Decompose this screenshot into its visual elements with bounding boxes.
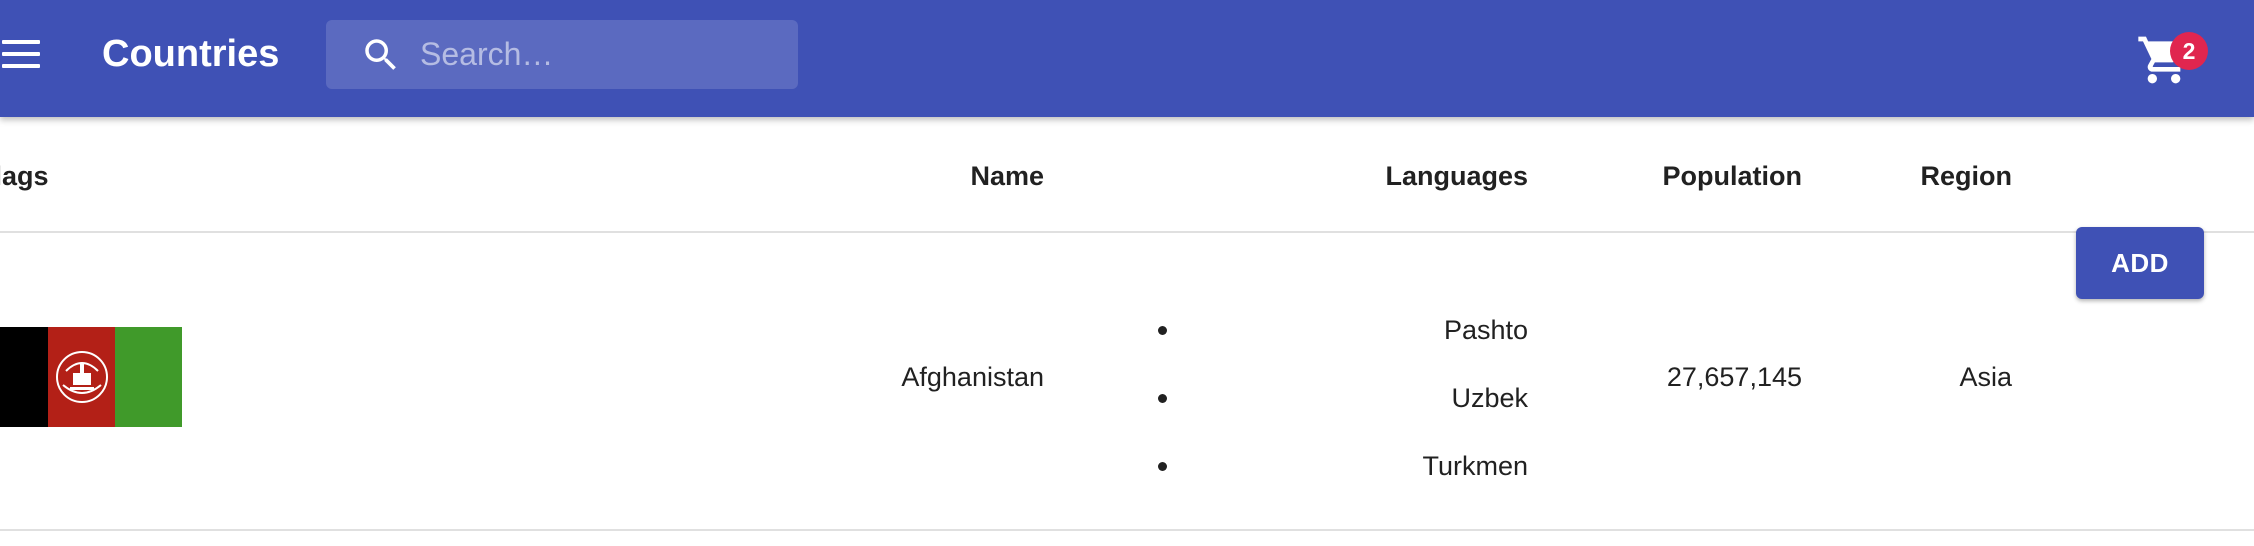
region-value: Asia bbox=[1959, 362, 2012, 392]
population-value: 27,657,145 bbox=[1666, 362, 1802, 392]
table-header-row: Flags Name Languages Population Region bbox=[0, 117, 2254, 233]
menu-icon-bar-3 bbox=[2, 64, 40, 68]
language-label: Uzbek bbox=[1451, 383, 1528, 413]
list-item: Pashto bbox=[1140, 313, 1528, 347]
column-header-name[interactable]: Name bbox=[970, 159, 1044, 193]
language-label: Pashto bbox=[1443, 315, 1528, 345]
bullet bbox=[1158, 462, 1167, 471]
app-bar: Countries 2 bbox=[0, 0, 2254, 117]
language-label: Turkmen bbox=[1422, 451, 1528, 481]
search-box[interactable] bbox=[326, 20, 798, 89]
country-name: Afghanistan bbox=[901, 362, 1044, 392]
afghanistan-flag-icon bbox=[0, 327, 182, 427]
cart-count-badge: 2 bbox=[2170, 32, 2208, 70]
list-item: Turkmen bbox=[1140, 449, 1528, 483]
search-input[interactable] bbox=[420, 20, 780, 89]
page-title: Countries bbox=[102, 33, 280, 75]
list-item: Uzbek bbox=[1140, 381, 1528, 415]
column-header-population[interactable]: Population bbox=[1663, 159, 1802, 193]
column-header-region[interactable]: Region bbox=[1921, 159, 2013, 193]
menu-icon-bar-2 bbox=[2, 52, 40, 56]
cart-button[interactable]: 2 bbox=[2130, 22, 2208, 92]
search-icon bbox=[365, 39, 396, 70]
menu-button[interactable] bbox=[0, 30, 44, 78]
menu-icon-bar-1 bbox=[2, 40, 40, 44]
column-header-flags[interactable]: Flags bbox=[0, 159, 49, 193]
column-header-languages[interactable]: Languages bbox=[1385, 159, 1528, 193]
bullet bbox=[1158, 326, 1167, 335]
table-row: Afghanistan Pashto Uzbek Turkmen 27,657,… bbox=[0, 233, 2254, 531]
add-to-cart-button[interactable]: ADD bbox=[2076, 227, 2204, 299]
bullet bbox=[1158, 394, 1167, 403]
countries-table: Flags Name Languages Population Region A… bbox=[0, 117, 2254, 531]
